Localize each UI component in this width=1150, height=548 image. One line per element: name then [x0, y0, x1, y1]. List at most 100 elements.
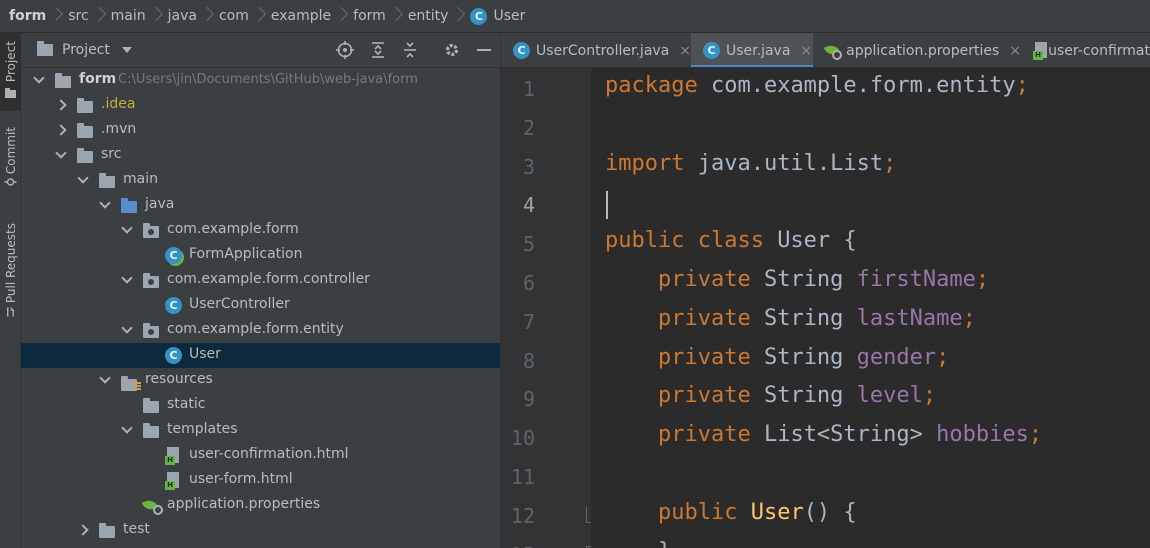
tree-node-label: main — [123, 171, 158, 187]
project-view-selector[interactable]: Project — [37, 41, 132, 58]
code-line: private String lastName; — [605, 306, 976, 331]
tree-node[interactable]: static — [21, 393, 500, 418]
tree-node-label: .mvn — [101, 121, 137, 137]
tree-node-label: form — [79, 71, 117, 87]
package-icon — [143, 273, 159, 288]
tool-tab-commit[interactable]: Commit — [0, 123, 21, 198]
spring-properties-icon — [823, 42, 843, 60]
expand-all-icon[interactable] — [369, 41, 387, 59]
line-number: 4 — [522, 193, 535, 218]
tree-node-label: com.example.form.controller — [167, 271, 370, 287]
tool-window-strip: Project Commit Pull Requests — [0, 33, 21, 548]
chevron-right-icon[interactable] — [55, 124, 67, 136]
code-token: ; — [1028, 422, 1043, 448]
tree-node[interactable]: templates — [21, 418, 500, 443]
code-token: lastName — [856, 305, 963, 331]
chevron-down-icon[interactable] — [77, 172, 89, 184]
tree-node[interactable]: .mvn — [21, 118, 500, 143]
spring-properties-icon — [141, 497, 163, 515]
editor-tab[interactable]: application.properties × — [813, 33, 1021, 67]
close-icon[interactable]: × — [679, 43, 691, 59]
breadcrumb-item[interactable]: com — [219, 8, 249, 24]
code-token: String — [763, 344, 857, 370]
close-icon[interactable]: × — [800, 43, 812, 59]
tree-node[interactable]: C User — [21, 343, 500, 368]
chevron-down-icon[interactable] — [121, 222, 133, 234]
code-line: private String gender; — [605, 345, 949, 370]
tree-node[interactable]: java — [21, 193, 500, 218]
code-line: private List<String> hobbies; — [605, 422, 1042, 447]
gear-icon[interactable] — [443, 41, 461, 59]
locate-target-icon[interactable] — [336, 41, 354, 59]
code-token: package — [605, 73, 711, 98]
editor-tab-label: UserController.java — [535, 42, 670, 59]
editor-tab-label: user-confirmat — [1048, 42, 1150, 59]
breadcrumb-item[interactable]: form — [353, 8, 386, 24]
chevron-down-icon[interactable] — [99, 197, 111, 209]
breadcrumb-item-label: User — [493, 8, 526, 24]
tree-node[interactable]: application.properties — [21, 493, 500, 518]
code-token: User { — [777, 228, 857, 254]
chevron-right-icon — [197, 0, 219, 32]
hide-panel-icon[interactable] — [475, 41, 493, 59]
chevron-down-icon[interactable] — [121, 322, 133, 334]
tree-node[interactable]: Huser-form.html — [21, 468, 500, 493]
tree-node[interactable]: test — [21, 518, 500, 543]
tool-tab-pull-requests[interactable]: Pull Requests — [0, 219, 21, 329]
editor-tab[interactable]: C UserController.java × — [501, 33, 691, 67]
code-token: private — [657, 344, 764, 370]
tree-node[interactable]: com.example.form.controller — [21, 268, 500, 293]
code-line: public User() { — [605, 500, 857, 525]
chevron-down-icon[interactable] — [33, 72, 45, 84]
breadcrumb-item-label: java — [167, 8, 197, 24]
chevron-right-icon[interactable] — [77, 524, 89, 536]
code-token: User — [750, 499, 804, 525]
breadcrumb-item[interactable]: main — [111, 8, 146, 24]
tool-tab-project[interactable]: Project — [0, 33, 21, 111]
editor-tab[interactable]: Huser-confirmat — [1021, 33, 1150, 67]
breadcrumb-item[interactable]: C User — [470, 7, 526, 25]
tree-node[interactable]: .idea — [21, 93, 500, 118]
tree-node-label: static — [167, 396, 206, 412]
tree-node[interactable]: resources — [21, 368, 500, 393]
breadcrumb-item[interactable]: src — [68, 8, 88, 24]
line-number: 9 — [522, 387, 535, 412]
breadcrumb-item[interactable]: entity — [408, 8, 449, 24]
breadcrumb-item[interactable]: java — [168, 8, 197, 24]
code-token: () { — [803, 499, 857, 525]
breadcrumb-item-label: main — [110, 8, 146, 24]
source-folder-icon — [121, 198, 137, 213]
tree-node[interactable]: main — [21, 168, 500, 193]
code-text-area[interactable]: package com.example.form.entity; import j… — [591, 68, 1150, 548]
tree-node[interactable]: C UserController — [21, 293, 500, 318]
class-icon: C — [165, 347, 182, 364]
breadcrumb-item[interactable]: form — [9, 8, 46, 24]
tree-node[interactable]: src — [21, 143, 500, 168]
tree-node[interactable]: com.example.form.entity — [21, 318, 500, 343]
chevron-down-icon[interactable] — [121, 422, 133, 434]
tree-node[interactable]: com.example.form — [21, 218, 500, 243]
line-number-gutter[interactable]: 12345678910111213 — [501, 68, 600, 548]
line-number: 6 — [522, 271, 535, 295]
line-number: 12 — [510, 503, 535, 528]
tree-node[interactable]: Huser-confirmation.html — [21, 443, 500, 468]
breadcrumb-item-label: example — [270, 8, 332, 24]
chevron-down-icon[interactable] — [99, 372, 111, 384]
chevron-down-icon[interactable] — [121, 272, 133, 284]
code-token: ; — [1015, 73, 1029, 98]
editor-tab[interactable]: C User.java × — [691, 33, 813, 67]
chevron-down-icon[interactable] — [55, 147, 67, 159]
tree-node[interactable]: C FormApplication — [21, 243, 500, 268]
package-icon — [143, 223, 159, 238]
collapse-all-icon[interactable] — [401, 41, 419, 59]
tree-node[interactable]: form C:\Users\jin\Documents\GitHub\web-ja… — [21, 68, 500, 93]
pull-request-icon — [7, 307, 15, 317]
breadcrumb-item-label: form — [9, 8, 47, 24]
tree-node-label: com.example.form.entity — [167, 321, 344, 337]
chevron-right-icon — [249, 0, 271, 32]
close-icon[interactable]: × — [1009, 43, 1021, 59]
breadcrumb-item[interactable]: example — [271, 8, 331, 24]
chevron-right-icon[interactable] — [55, 99, 67, 111]
